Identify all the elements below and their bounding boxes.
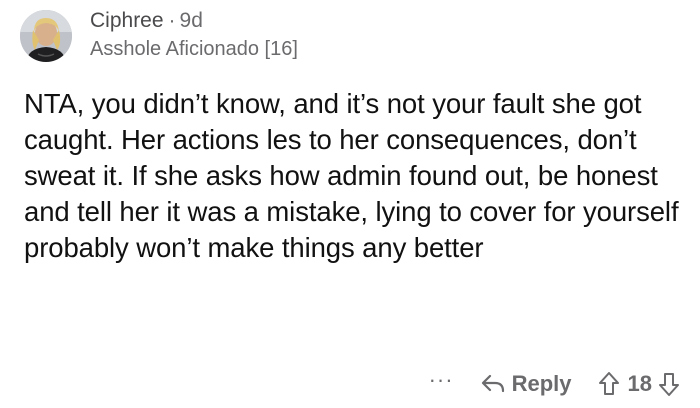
username[interactable]: Ciphree	[90, 9, 164, 32]
comment-actions: ··· Reply 18	[429, 368, 680, 400]
comment-text: NTA, you didn’t know, and it’s not your …	[24, 88, 679, 263]
reply-button[interactable]: Reply	[480, 371, 572, 397]
vote-controls: 18	[598, 371, 680, 397]
comment-age: 9d	[179, 9, 203, 32]
separator-dot: ·	[168, 9, 176, 32]
upvote-arrow-icon[interactable]	[598, 371, 620, 397]
more-options-button[interactable]: ···	[429, 369, 454, 399]
comment-meta: Ciphree · 9d Asshole Aficionado [16]	[90, 8, 298, 61]
user-avatar-icon	[20, 10, 72, 62]
reply-label: Reply	[511, 371, 572, 396]
avatar[interactable]	[20, 10, 72, 62]
downvote-arrow-icon[interactable]	[658, 371, 680, 397]
comment-body: NTA, you didn’t know, and it’s not your …	[24, 86, 684, 266]
meta-header: Ciphree · 9d	[90, 8, 298, 34]
vote-score: 18	[627, 371, 652, 396]
reply-arrow-icon	[480, 373, 506, 395]
comment: Ciphree · 9d Asshole Aficionado [16] NTA, …	[0, 0, 700, 408]
user-flair: Asshole Aficionado [16]	[90, 38, 298, 60]
